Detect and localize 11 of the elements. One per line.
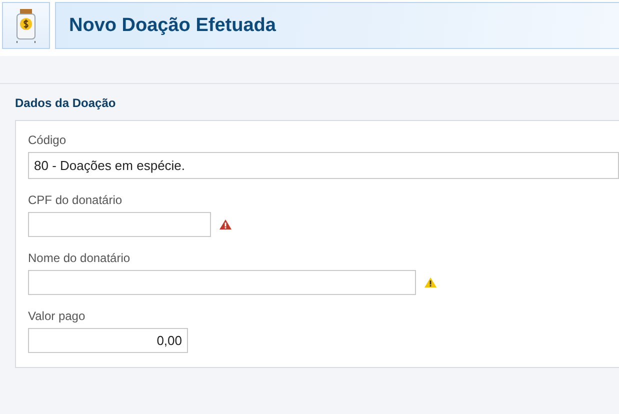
text-field[interactable]: 0,00 xyxy=(28,328,188,353)
money-jar-icon xyxy=(15,8,37,42)
text-field[interactable]: 80 - Doações em espécie. xyxy=(28,152,619,179)
field-label: Código xyxy=(28,133,68,147)
section-title: Dados da Doação xyxy=(14,95,117,112)
field-label: CPF do donatário xyxy=(28,193,124,207)
text-field[interactable] xyxy=(28,212,211,237)
field-label: Valor pago xyxy=(28,309,86,323)
field-label: Nome do donatário xyxy=(28,251,132,265)
page-title: Novo Doação Efetuada xyxy=(69,14,276,36)
text-field[interactable] xyxy=(28,270,416,295)
